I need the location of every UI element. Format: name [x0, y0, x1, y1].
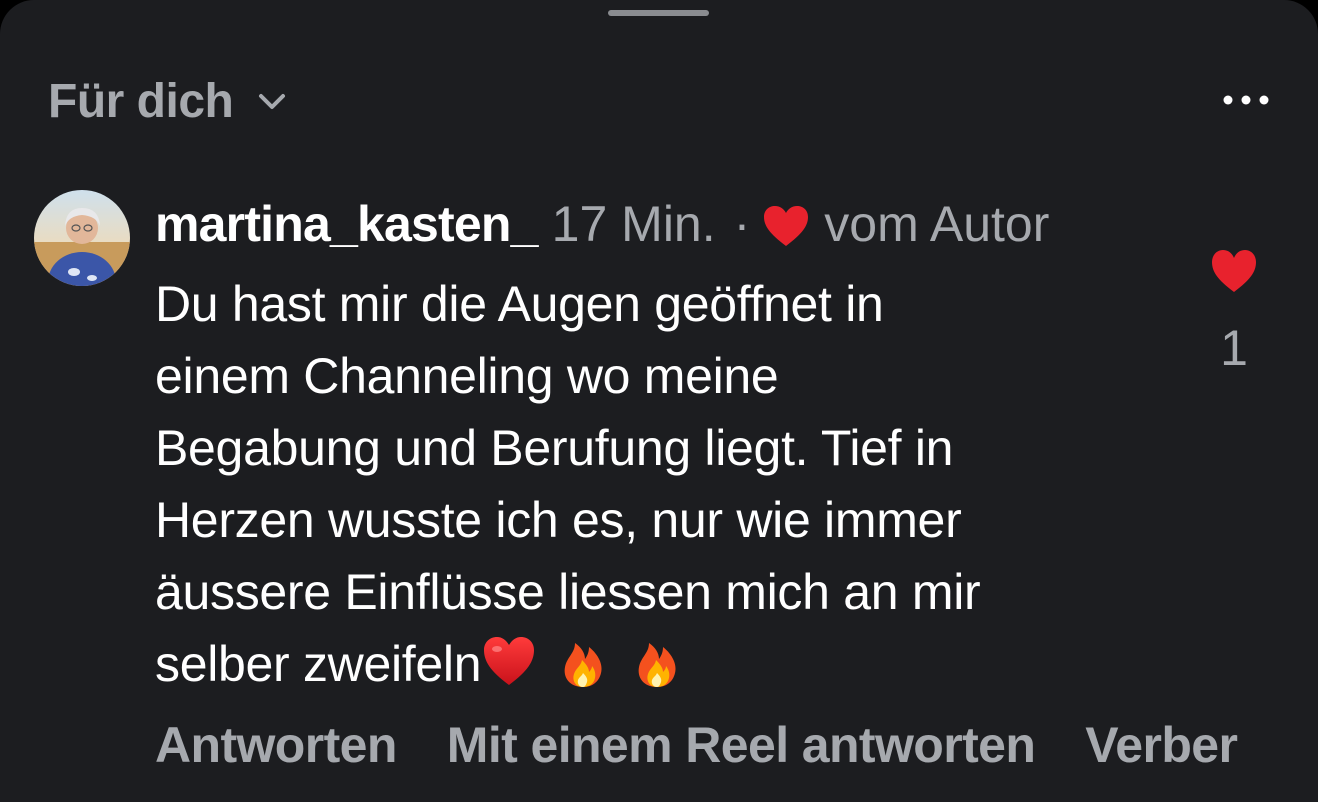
comment-actions: Antworten Mit einem Reel antworten Verbe…	[155, 710, 1238, 780]
sort-filter-dropdown[interactable]: Für dich	[48, 70, 289, 132]
liked-by-author-label: vom Autor	[824, 196, 1050, 252]
profile-photo	[34, 190, 130, 286]
like-count: 1	[1220, 320, 1248, 376]
comment-last-line: selber zweifeln	[155, 628, 1175, 700]
sort-filter-label: Für dich	[48, 74, 234, 128]
hide-button[interactable]: Verber	[1085, 716, 1238, 774]
more-options-button[interactable]	[1218, 80, 1274, 120]
like-button[interactable]	[1210, 248, 1258, 294]
fire-emoji	[629, 633, 685, 689]
comment-line: äussere Einflüsse liessen mich an mir	[155, 564, 981, 620]
comments-sheet: Für dich martina_kasten_ 17 Min. · vom A…	[0, 0, 1318, 802]
comment-username[interactable]: martina_kasten_	[155, 195, 538, 253]
fire-emoji	[555, 633, 611, 689]
comment-meta: martina_kasten_ 17 Min. · vom Autor	[155, 194, 1049, 254]
heart-icon	[1212, 250, 1256, 292]
comment-timestamp: 17 Min.	[551, 196, 716, 252]
more-horizontal-icon	[1223, 95, 1269, 105]
comment-line: Herzen wusste ich es, nur wie immer	[155, 492, 962, 548]
red-heart-emoji	[481, 633, 537, 689]
comment-line: einem Channeling wo meine	[155, 348, 779, 404]
avatar[interactable]	[34, 190, 130, 286]
comment-line: Du hast mir die Augen geöffnet in	[155, 276, 884, 332]
drag-handle[interactable]	[608, 10, 709, 16]
comment-text: Du hast mir die Augen geöffnet in einem …	[155, 268, 1175, 700]
chevron-down-icon	[255, 84, 289, 118]
heart-icon	[762, 202, 810, 246]
comment-line: selber zweifeln	[155, 636, 482, 692]
meta-separator: ·	[733, 196, 751, 252]
reply-button[interactable]: Antworten	[155, 716, 397, 774]
comment-line: Begabung und Berufung liegt. Tief in	[155, 420, 954, 476]
reply-with-reel-button[interactable]: Mit einem Reel antworten	[447, 716, 1036, 774]
